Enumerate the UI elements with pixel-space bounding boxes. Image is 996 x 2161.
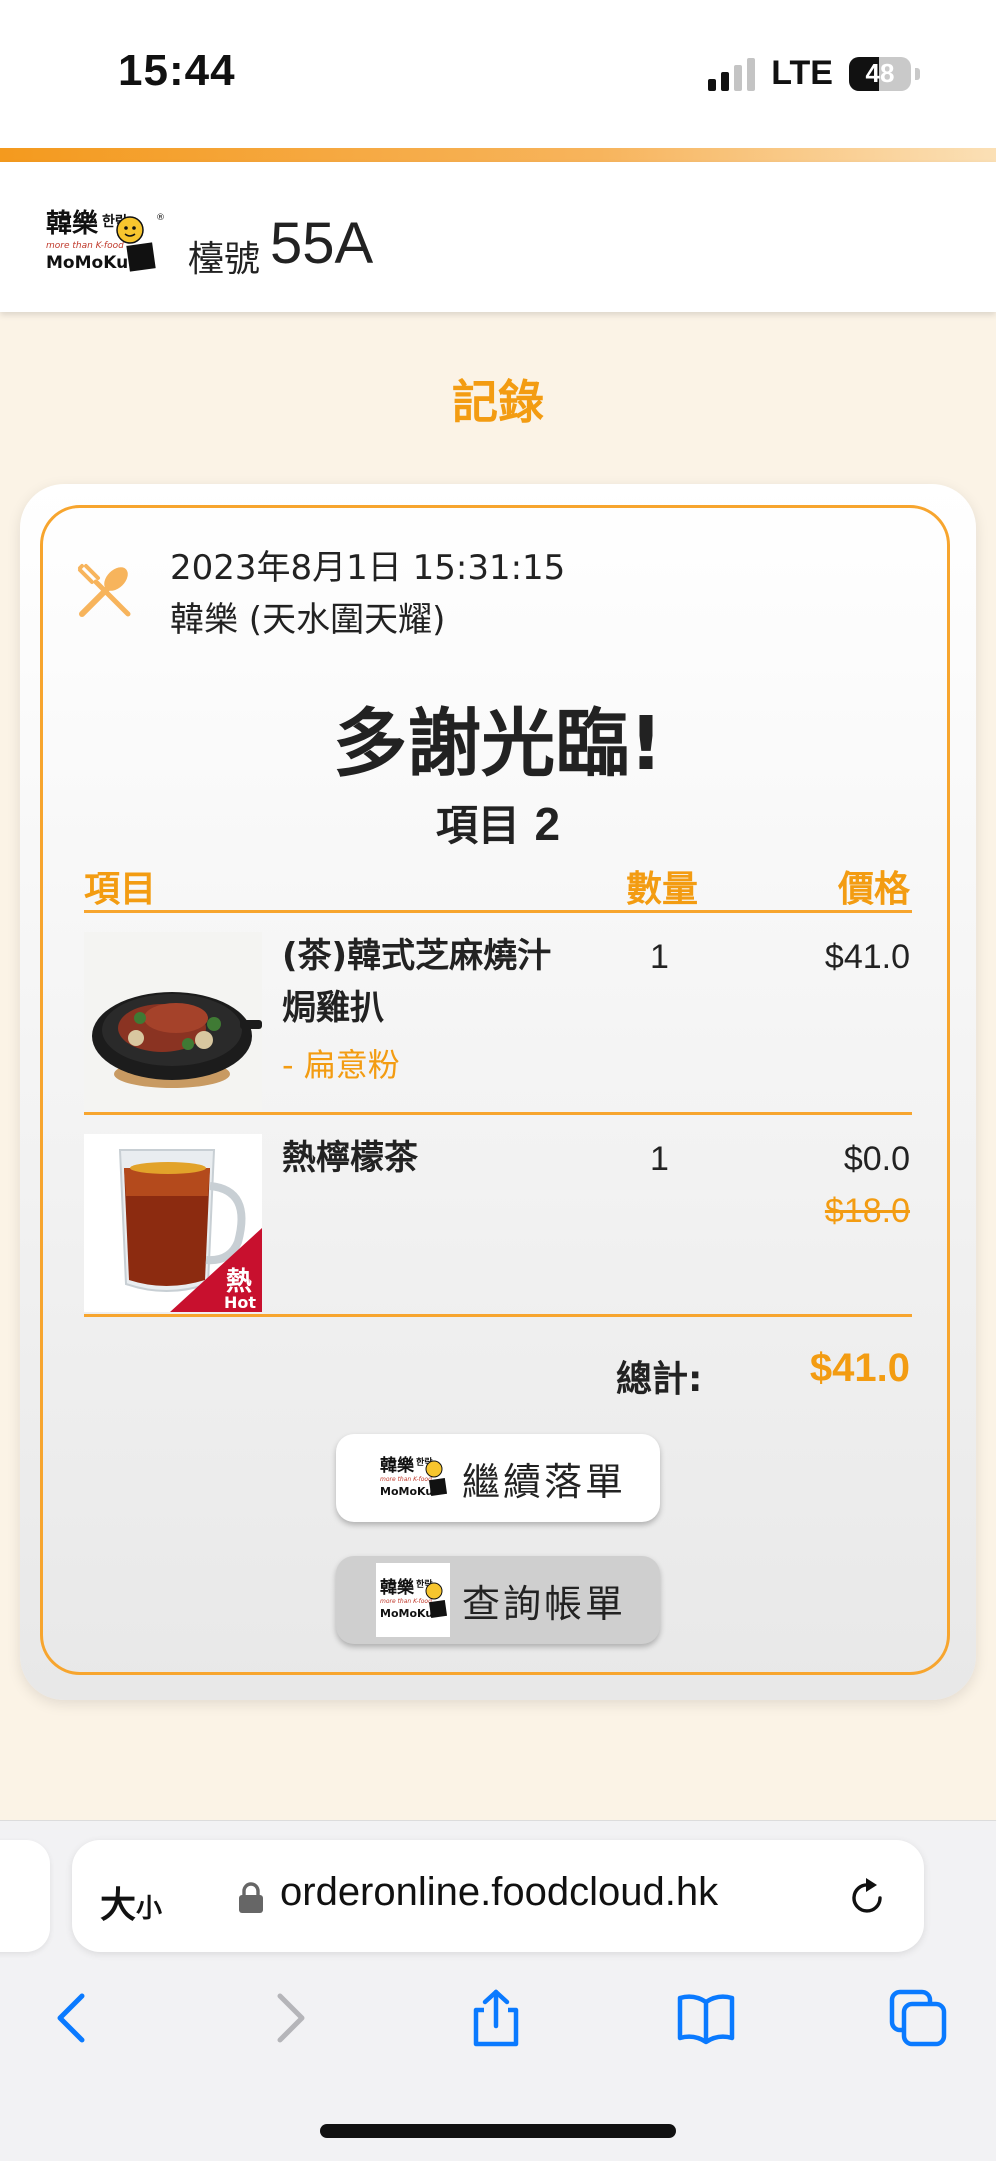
brand-logo-small: 韓樂 한락 more than K-food MoMoKu [376, 1563, 450, 1637]
text-size-small: 小 [136, 1894, 163, 1924]
home-indicator[interactable] [320, 2124, 676, 2138]
item-qty: 1 [650, 1140, 669, 1178]
lock-icon [239, 1882, 263, 1913]
page-title: 記錄 [452, 375, 544, 429]
network-type: LTE [771, 54, 833, 92]
utensils-icon [78, 564, 131, 617]
status-bar: 15:44 LTE 48 [0, 0, 996, 148]
item-count-label: 項目 [435, 801, 520, 850]
continue-order-button[interactable]: 韓樂 한락 more than K-food MoMoKu 繼續落單 [336, 1434, 660, 1522]
view-bill-label: 查詢帳單 [462, 1581, 627, 1626]
column-header-price: 價格 [837, 869, 910, 910]
item-image-chicken [84, 932, 262, 1110]
share-icon[interactable] [466, 1988, 526, 2048]
text-size-big: 大 [100, 1885, 137, 1926]
app-header: 韓樂 한락 more than K-food MoMoKu ® 檯號 55A [0, 162, 996, 312]
battery-nub [915, 67, 920, 80]
header-divider [84, 910, 912, 913]
svg-text:more than K-food: more than K-food [380, 1476, 432, 1483]
svg-text:MoMoKu: MoMoKu [380, 1607, 433, 1620]
continue-order-label: 繼續落單 [462, 1459, 627, 1504]
brand-logo-small: 韓樂 한락 more than K-food MoMoKu [376, 1441, 450, 1515]
order-datetime: 2023年8月1日 15:31:15 [170, 548, 566, 588]
forward-arrow-icon[interactable] [258, 1988, 318, 2048]
item-qty: 1 [650, 938, 669, 976]
url-text[interactable]: orderonline.foodcloud.hk [280, 1870, 718, 1915]
battery-icon: 48 [849, 56, 911, 91]
table-number: 55A [270, 211, 374, 276]
total-label: 總計: [616, 1359, 703, 1400]
total-value: $41.0 [809, 1346, 910, 1390]
battery-level: 48 [865, 57, 895, 88]
tabs-icon[interactable] [888, 1988, 948, 2048]
item-count: 項目 2 [0, 792, 996, 853]
back-arrow-icon[interactable] [44, 1988, 104, 2048]
reload-icon[interactable] [846, 1876, 890, 1920]
status-time: 15:44 [118, 46, 236, 95]
brand-logo[interactable]: 韓樂 한락 more than K-food MoMoKu ® [44, 204, 164, 276]
text-size-button[interactable]: 大小 [100, 1876, 162, 1928]
item-original-price: $18.0 [824, 1192, 910, 1230]
item-image-lemon-tea: 熱 Hot [84, 1134, 262, 1312]
item-option: - 扁意粉 [282, 1046, 400, 1084]
table-label: 檯號 [188, 239, 261, 280]
item-price: $0.0 [843, 1140, 910, 1178]
cellular-signal-icon [708, 57, 756, 91]
row-divider [84, 1314, 912, 1317]
brand-accent-strip [0, 148, 996, 162]
item-count-value: 2 [534, 798, 561, 850]
svg-text:韓樂: 韓樂 [46, 208, 99, 239]
bookmarks-icon[interactable] [676, 1988, 736, 2048]
store-name: 韓樂 (天水圍天耀) [170, 600, 446, 640]
column-header-item: 項目 [84, 869, 157, 910]
item-name: 熱檸檬茶 [282, 1138, 418, 1178]
svg-text:®: ® [156, 213, 164, 223]
svg-text:MoMoKu: MoMoKu [380, 1485, 433, 1498]
svg-text:MoMoKu: MoMoKu [46, 253, 128, 273]
svg-text:more than K-food: more than K-food [46, 241, 124, 251]
svg-text:韓樂: 韓樂 [380, 1577, 415, 1598]
svg-text:more than K-food: more than K-food [380, 1598, 432, 1605]
item-price: $41.0 [824, 938, 910, 976]
row-divider [84, 1112, 912, 1115]
view-bill-button[interactable]: 韓樂 한락 more than K-food MoMoKu 查詢帳單 [336, 1556, 660, 1644]
item-name: (茶)韓式芝麻燒汁焗雞扒 [282, 936, 552, 1028]
status-indicators: LTE 48 [708, 54, 920, 93]
hot-badge-en: Hot [224, 1293, 256, 1312]
thank-you-heading: 多謝光臨! [333, 701, 663, 787]
column-header-qty: 數量 [626, 869, 699, 910]
previous-tab-preview[interactable] [0, 1840, 50, 1952]
svg-text:韓樂: 韓樂 [380, 1455, 415, 1476]
